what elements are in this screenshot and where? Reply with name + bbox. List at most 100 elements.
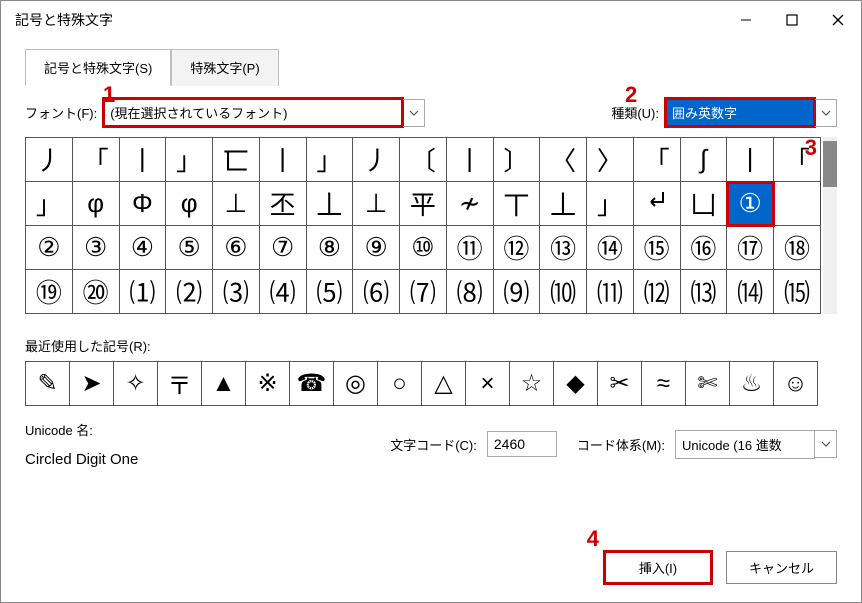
char-cell[interactable]: ⑪ [446,226,493,270]
font-dropdown[interactable]: (現在選択されているフォント) [103,98,425,127]
char-cell[interactable]: ∫ [680,138,727,182]
char-cell[interactable]: φ [72,182,119,226]
char-cell[interactable]: ⒀ [680,270,727,314]
recent-char-cell[interactable]: △ [422,362,466,406]
char-cell[interactable]: 平 [400,182,447,226]
char-cell[interactable]: 丄 [540,182,587,226]
char-cell[interactable]: ⑹ [353,270,400,314]
char-cell[interactable]: ⑭ [587,226,634,270]
subset-dropdown[interactable]: 囲み英数字 [665,98,837,127]
char-cell[interactable]: 丿 [353,138,400,182]
recent-char-cell[interactable]: ○ [378,362,422,406]
subset-dropdown-arrow[interactable] [815,99,837,127]
scroll-thumb[interactable] [823,141,837,187]
recent-char-cell[interactable]: ✎ [26,362,70,406]
recent-char-cell[interactable]: ☎ [290,362,334,406]
char-cell[interactable]: ⊥ [353,182,400,226]
char-cell[interactable]: ⑳ [72,270,119,314]
recent-char-cell[interactable]: ◎ [334,362,378,406]
recent-char-cell[interactable]: ▲ [202,362,246,406]
tab-special-chars[interactable]: 特殊文字(P) [171,49,278,86]
char-cell[interactable]: 丨 [727,138,774,182]
insert-button[interactable]: 挿入(I) [604,551,712,584]
codesystem-field[interactable]: Unicode (16 進数 [675,430,815,459]
char-cell[interactable]: ⑲ [26,270,73,314]
char-cell[interactable]: 丄 [306,182,353,226]
char-cell[interactable] [633,182,680,226]
char-cell[interactable]: ⑷ [259,270,306,314]
recent-char-cell[interactable]: ✄ [686,362,730,406]
recent-char-cell[interactable]: ☺ [774,362,818,406]
char-cell[interactable]: 丿 [26,138,73,182]
char-cell[interactable]: ⑼ [493,270,540,314]
recent-char-cell[interactable]: ✂ [598,362,642,406]
recent-char-cell[interactable]: ※ [246,362,290,406]
char-cell[interactable]: ② [26,226,73,270]
char-cell[interactable]: ⒂ [774,270,821,314]
char-cell[interactable]: ⑸ [306,270,353,314]
char-cell[interactable]: ③ [72,226,119,270]
char-cell[interactable]: 〈 [540,138,587,182]
recent-char-cell[interactable]: ➤ [70,362,114,406]
char-cell[interactable]: ④ [119,226,166,270]
char-cell[interactable]: ⑾ [587,270,634,314]
char-cell[interactable]: ⊥ [213,182,260,226]
char-cell[interactable]: ⑵ [166,270,213,314]
recent-char-cell[interactable]: × [466,362,510,406]
char-cell[interactable]: ⑬ [540,226,587,270]
grid-scrollbar[interactable] [823,137,837,314]
char-cell[interactable]: ⑽ [540,270,587,314]
recent-char-cell[interactable]: 〒 [158,362,202,406]
char-cell[interactable]: φ [166,182,213,226]
char-cell[interactable]: ⑧ [306,226,353,270]
char-cell[interactable]: 」 [26,182,73,226]
char-cell[interactable]: ⒁ [727,270,774,314]
char-cell[interactable]: ⑦ [259,226,306,270]
char-cell[interactable]: 「 [633,138,680,182]
char-cell[interactable]: 丕 [259,182,306,226]
char-cell[interactable]: 丨 [446,138,493,182]
char-cell[interactable]: Φ [119,182,166,226]
charcode-input[interactable] [487,431,557,457]
char-cell[interactable]: ⑰ [727,226,774,270]
char-cell[interactable]: ⑮ [633,226,680,270]
codesystem-dropdown[interactable]: Unicode (16 進数 [675,430,837,459]
char-cell[interactable]: ⑱ [774,226,821,270]
char-cell[interactable]: ⑨ [353,226,400,270]
char-cell[interactable]: 」 [587,182,634,226]
char-cell[interactable]: ≁ [446,182,493,226]
char-cell[interactable]: ⑫ [493,226,540,270]
char-cell[interactable]: ⑯ [680,226,727,270]
char-cell[interactable]: 」 [306,138,353,182]
cancel-button[interactable]: キャンセル [726,551,837,584]
char-cell[interactable]: 」 [166,138,213,182]
font-field[interactable]: (現在選択されているフォント) [103,98,403,127]
char-cell[interactable]: 丨 [119,138,166,182]
char-cell[interactable]: ⑥ [213,226,260,270]
char-cell[interactable]: ⑩ [400,226,447,270]
maximize-button[interactable] [769,1,815,39]
char-cell[interactable]: ⑶ [213,270,260,314]
codesystem-arrow[interactable] [815,430,837,458]
char-cell[interactable]: ① [727,182,774,226]
char-cell[interactable]: 丨 [259,138,306,182]
char-cell[interactable]: 〉 [587,138,634,182]
char-cell[interactable]: 凵 [680,182,727,226]
char-cell[interactable]: 〔 [400,138,447,182]
char-cell[interactable]: 匸 [213,138,260,182]
subset-field[interactable]: 囲み英数字 [665,98,815,127]
char-cell[interactable]: ⑺ [400,270,447,314]
char-cell[interactable]: ⑤ [166,226,213,270]
char-cell[interactable]: ⑻ [446,270,493,314]
close-button[interactable] [815,1,861,39]
recent-char-cell[interactable]: ◆ [554,362,598,406]
recent-char-cell[interactable]: ✧ [114,362,158,406]
tab-symbols[interactable]: 記号と特殊文字(S) [25,49,171,86]
char-cell[interactable]: 丅 [493,182,540,226]
char-cell[interactable]: 「 [72,138,119,182]
char-cell[interactable]: ⑿ [633,270,680,314]
recent-char-cell[interactable]: ♨ [730,362,774,406]
font-dropdown-arrow[interactable] [403,99,425,127]
recent-char-cell[interactable]: ☆ [510,362,554,406]
minimize-button[interactable] [723,1,769,39]
